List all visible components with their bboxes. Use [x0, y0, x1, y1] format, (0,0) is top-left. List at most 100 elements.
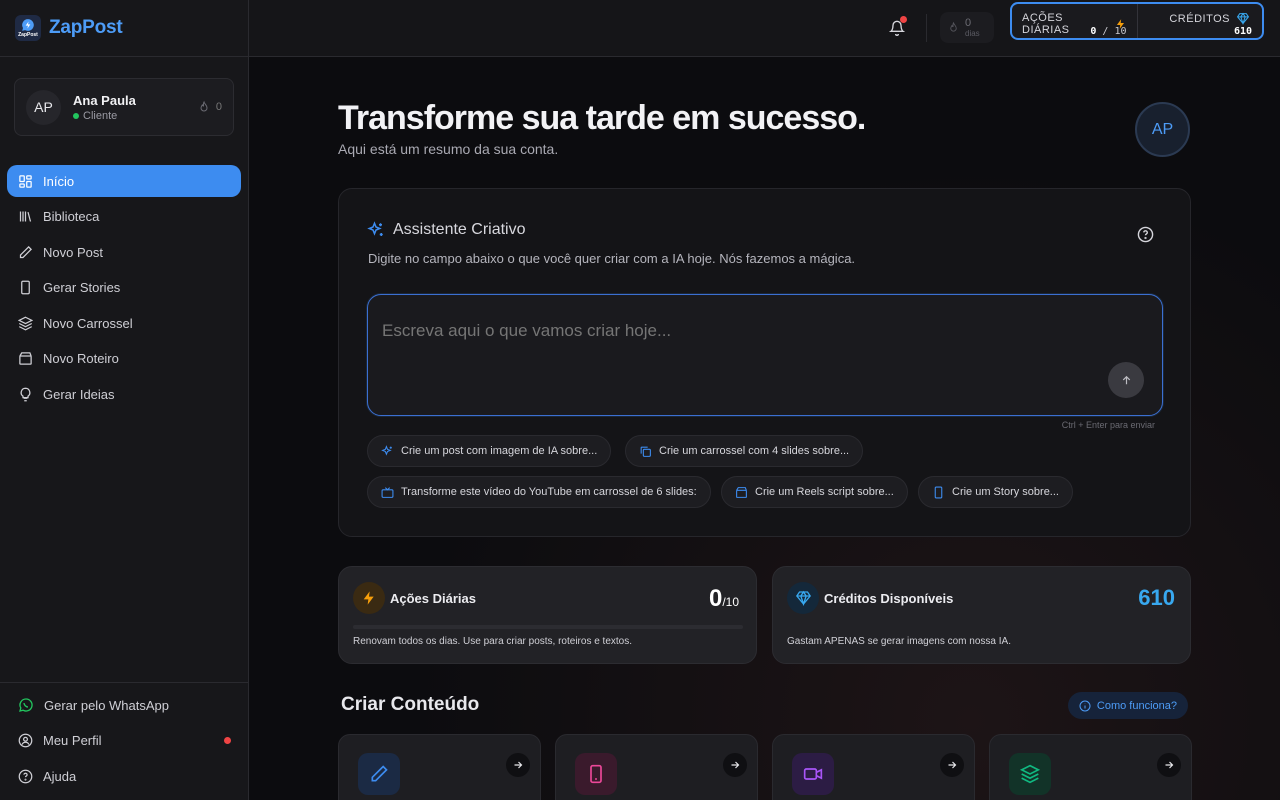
sidebar-item-biblioteca[interactable]: Biblioteca: [7, 201, 241, 233]
sidebar-item-gerar-ideias[interactable]: Gerar Ideias: [7, 378, 241, 410]
divider: [926, 14, 927, 42]
daily-actions-card: Ações Diárias 0/10 Renovam todos os dias…: [338, 566, 757, 664]
video-icon: [803, 768, 823, 780]
sidebar-item-label: Biblioteca: [43, 209, 100, 224]
sidebar-item-novo-carrossel[interactable]: Novo Carrossel: [7, 307, 241, 339]
daily-actions-used: 0: [1090, 26, 1097, 37]
pencil-badge: [358, 753, 400, 795]
pencil-icon: [19, 245, 33, 258]
assistant-title: Assistente Criativo: [393, 221, 526, 238]
send-button[interactable]: [1108, 362, 1144, 398]
help-circle-icon[interactable]: [1137, 226, 1154, 243]
sidebar-item-label: Ajuda: [43, 768, 77, 784]
brand-name: ZapPost: [49, 17, 123, 38]
profile-card[interactable]: AP Ana Paula Cliente 0: [14, 78, 234, 136]
sidebar-item-label: Gerar Stories: [43, 280, 121, 295]
sidebar-item-inicio[interactable]: Início: [7, 165, 241, 197]
sidebar-item-novo-post[interactable]: Novo Post: [7, 236, 241, 268]
pencil-icon: [371, 765, 388, 782]
lightning-icon: [363, 591, 374, 605]
topbar: 0 dias AÇÕES DIÁRIAS 0 / 10 CRÉDITOS 610: [249, 0, 1280, 57]
card-title: Ações Diárias: [390, 591, 476, 606]
chip-label: Crie um post com imagem de IA sobre...: [401, 445, 598, 457]
credits-card: Créditos Disponíveis 610 Gastam APENAS s…: [772, 566, 1191, 664]
daily-actions-progress: [353, 625, 743, 629]
card-description: Gastam APENAS se gerar imagens com nossa…: [787, 636, 1011, 647]
profile-role: Cliente: [83, 109, 118, 122]
create-post-card[interactable]: [338, 734, 541, 800]
library-icon: [19, 211, 32, 222]
suggestion-chip-carrossel[interactable]: Crie um carrossel com 4 slides sobre...: [625, 435, 864, 467]
info-icon: [1079, 700, 1091, 711]
suggestion-chip-story[interactable]: Crie um Story sobre...: [918, 476, 1073, 508]
suggestion-chip-post-ia[interactable]: Crie um post com imagem de IA sobre...: [367, 435, 612, 467]
phone-icon: [21, 280, 30, 295]
help-circle-icon: [18, 769, 33, 783]
sidebar-item-meu-perfil[interactable]: Meu Perfil: [7, 725, 241, 757]
lightbulb-icon: [20, 387, 31, 401]
sidebar-item-whatsapp[interactable]: Gerar pelo WhatsApp: [7, 689, 241, 721]
page-title: Transforme sua tarde em sucesso.: [338, 99, 866, 137]
user-avatar[interactable]: AP: [1135, 102, 1190, 157]
notification-dot: [224, 737, 231, 744]
arrow-up-icon: [1122, 375, 1130, 384]
card-description: Renovam todos os dias. Use para criar po…: [353, 636, 633, 647]
prompt-input[interactable]: [382, 321, 1072, 341]
usage-stats[interactable]: AÇÕES DIÁRIAS 0 / 10 CRÉDITOS 610: [1010, 2, 1264, 40]
flame-icon: [950, 21, 957, 32]
copy-icon: [640, 446, 651, 457]
sidebar-item-label: Gerar pelo WhatsApp: [44, 697, 170, 713]
page-subtitle: Aqui está um resumo da sua conta.: [338, 141, 559, 157]
sidebar-item-label: Novo Roteiro: [43, 351, 119, 366]
daily-actions-separator: /: [1102, 26, 1109, 37]
sidebar-item-label: Novo Carrossel: [43, 315, 133, 331]
main-area: 0 dias AÇÕES DIÁRIAS 0 / 10 CRÉDITOS 610: [249, 0, 1280, 800]
diamond-badge: [787, 582, 819, 614]
layers-icon: [1020, 764, 1040, 784]
chip-label: Transforme este vídeo do YouTube em carr…: [401, 486, 697, 498]
prompt-box: [367, 294, 1163, 416]
sidebar-nav: Início Biblioteca Novo Post Gerar Storie…: [7, 165, 241, 414]
send-shortcut-hint: Ctrl + Enter para enviar: [1061, 420, 1155, 430]
create-carousel-card[interactable]: [989, 734, 1192, 800]
how-it-works-label: Como funciona?: [1096, 699, 1177, 712]
layers-icon: [18, 316, 33, 330]
video-badge: [792, 753, 834, 795]
arrow-right-icon: [506, 753, 530, 777]
arrow-right-icon: [940, 753, 964, 777]
user-circle-icon: [18, 733, 33, 748]
online-status-dot: [73, 112, 79, 119]
creative-assistant-panel: Assistente Criativo Digite no campo abai…: [338, 188, 1191, 537]
sparkles-icon: [367, 221, 383, 236]
layers-badge: [1009, 753, 1051, 795]
sidebar-item-ajuda[interactable]: Ajuda: [7, 760, 241, 792]
suggestion-chip-youtube[interactable]: Transforme este vídeo do YouTube em carr…: [367, 476, 711, 508]
phone-icon: [590, 764, 602, 784]
lightning-badge: [353, 582, 385, 614]
zappost-logo: ZapPost: [15, 15, 41, 41]
credits-value: 610: [1233, 26, 1252, 37]
streak-counter[interactable]: 0 dias: [940, 12, 994, 43]
sidebar-item-novo-roteiro[interactable]: Novo Roteiro: [7, 343, 241, 375]
whatsapp-icon: [19, 698, 33, 712]
diamond-icon: [795, 590, 811, 606]
phone-icon: [934, 486, 943, 498]
profile-name: Ana Paula: [73, 92, 136, 108]
credits-stat: CRÉDITOS 610: [1136, 4, 1263, 38]
daily-actions-total: 10: [1114, 26, 1127, 37]
suggestion-chip-reels[interactable]: Crie um Reels script sobre...: [721, 476, 908, 508]
brand[interactable]: ZapPost ZapPost: [0, 0, 248, 57]
arrow-right-icon: [1157, 753, 1181, 777]
how-it-works-button[interactable]: Como funciona?: [1067, 692, 1188, 719]
avatar: AP: [26, 89, 61, 125]
grid-icon: [19, 174, 32, 188]
daily-actions-total: /10: [722, 595, 739, 609]
create-story-card[interactable]: [555, 734, 758, 800]
create-script-card[interactable]: [772, 734, 975, 800]
chip-label: Crie um carrossel com 4 slides sobre...: [659, 445, 850, 457]
sidebar-item-gerar-stories[interactable]: Gerar Stories: [7, 272, 241, 304]
credits-value: 610: [1138, 585, 1175, 610]
profile-streak: 0: [215, 101, 222, 113]
daily-actions-stat: AÇÕES DIÁRIAS 0 / 10: [1012, 4, 1137, 38]
notification-dot: [900, 16, 907, 23]
